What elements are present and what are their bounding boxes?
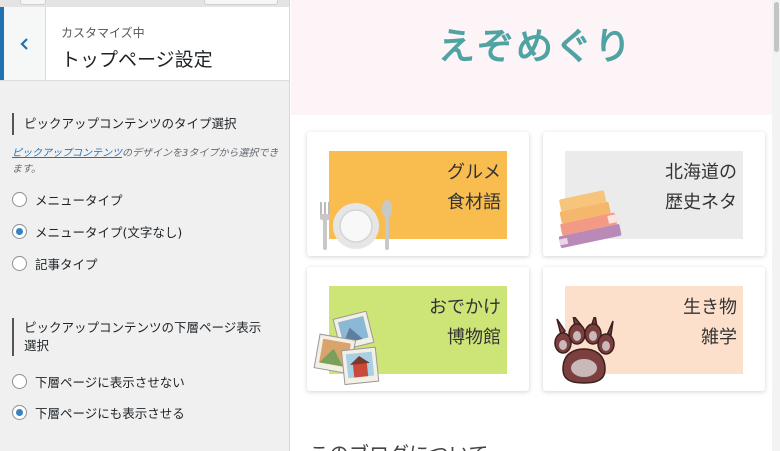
radio-label: 下層ページに表示させない <box>35 375 185 390</box>
scrollbar-thumb[interactable] <box>774 2 779 52</box>
radio-show-on-subpages[interactable]: 下層ページにも表示させる <box>12 403 185 422</box>
toolbar-button[interactable] <box>20 0 46 5</box>
back-button[interactable] <box>0 7 46 80</box>
radio-article-type[interactable]: 記事タイプ <box>12 254 98 273</box>
subpage-display-title-line2: 選択 <box>24 338 50 353</box>
site-preview: えぞめぐり グルメ 食材語 北海道の 歴史ネタ おでかけ 博物館 生き物 雑学 <box>291 0 780 451</box>
radio-label: 下層ページにも表示させる <box>35 406 185 421</box>
card-label: 生き物 雑学 <box>683 293 737 353</box>
radio-menu-type[interactable]: メニュータイプ <box>12 190 123 209</box>
radio-button-checked[interactable] <box>12 224 27 239</box>
pickup-card-outing[interactable]: おでかけ 博物館 <box>307 267 529 391</box>
card-label: おでかけ 博物館 <box>429 293 501 353</box>
radio-hide-on-subpages[interactable]: 下層ページに表示させない <box>12 372 185 391</box>
subpage-display-title: ピックアップコンテンツの下層ページ表示 選択 <box>12 318 282 356</box>
pickup-card-gourmet[interactable]: グルメ 食材語 <box>307 132 529 256</box>
scrollbar[interactable] <box>772 0 780 451</box>
radio-menu-type-no-text[interactable]: メニュータイプ(文字なし) <box>12 222 182 241</box>
radio-button-checked[interactable] <box>12 405 27 420</box>
chevron-left-icon <box>19 37 28 50</box>
card-label-line1: おでかけ <box>429 297 501 318</box>
card-label-line1: 生き物 <box>683 297 737 318</box>
pickup-contents-link[interactable]: ピックアップコンテンツ <box>12 148 122 159</box>
toolbar-button[interactable] <box>204 0 278 5</box>
customizer-panel: カスタマイズ中 トップページ設定 ピックアップコンテンツのタイプ選択 ピックアッ… <box>0 0 290 451</box>
radio-button[interactable] <box>12 192 27 207</box>
pickup-card-creatures[interactable]: 生き物 雑学 <box>543 267 765 391</box>
card-label-line1: 北海道の <box>665 162 737 183</box>
site-header: えぞめぐり <box>291 0 780 115</box>
radio-button[interactable] <box>12 374 27 389</box>
card-label-line2: 歴史ネタ <box>665 192 737 213</box>
card-label: 北海道の 歴史ネタ <box>665 158 737 218</box>
site-title[interactable]: えぞめぐり <box>291 16 780 70</box>
subpage-display-title-line1: ピックアップコンテンツの下層ページ表示 <box>24 320 262 335</box>
radio-label: 記事タイプ <box>35 257 98 272</box>
radio-label: メニュータイプ <box>35 193 123 208</box>
panel-header: カスタマイズ中 トップページ設定 <box>0 7 289 81</box>
card-label-line1: グルメ <box>447 162 501 183</box>
pickup-type-description: ピックアップコンテンツのデザインを3タイプから選択できます。 <box>12 146 284 178</box>
radio-button[interactable] <box>12 256 27 271</box>
card-label-line2: 雑学 <box>701 327 737 348</box>
books-icon <box>558 190 622 248</box>
photos-icon <box>313 311 380 386</box>
paw-icon <box>554 317 615 384</box>
card-label: グルメ 食材語 <box>447 158 501 218</box>
pickup-card-history[interactable]: 北海道の 歴史ネタ <box>543 132 765 256</box>
panel-title: トップページ設定 <box>61 49 213 71</box>
card-label-line2: 博物館 <box>447 327 501 348</box>
about-heading: このブログについて <box>309 438 488 451</box>
panel-subtitle: カスタマイズ中 <box>61 26 145 40</box>
plate-fork-knife-icon <box>320 200 392 250</box>
radio-label: メニュータイプ(文字なし) <box>35 225 183 240</box>
panel-top-strip <box>0 0 289 7</box>
pickup-type-title: ピックアップコンテンツのタイプ選択 <box>12 113 282 135</box>
card-label-line2: 食材語 <box>447 192 501 213</box>
